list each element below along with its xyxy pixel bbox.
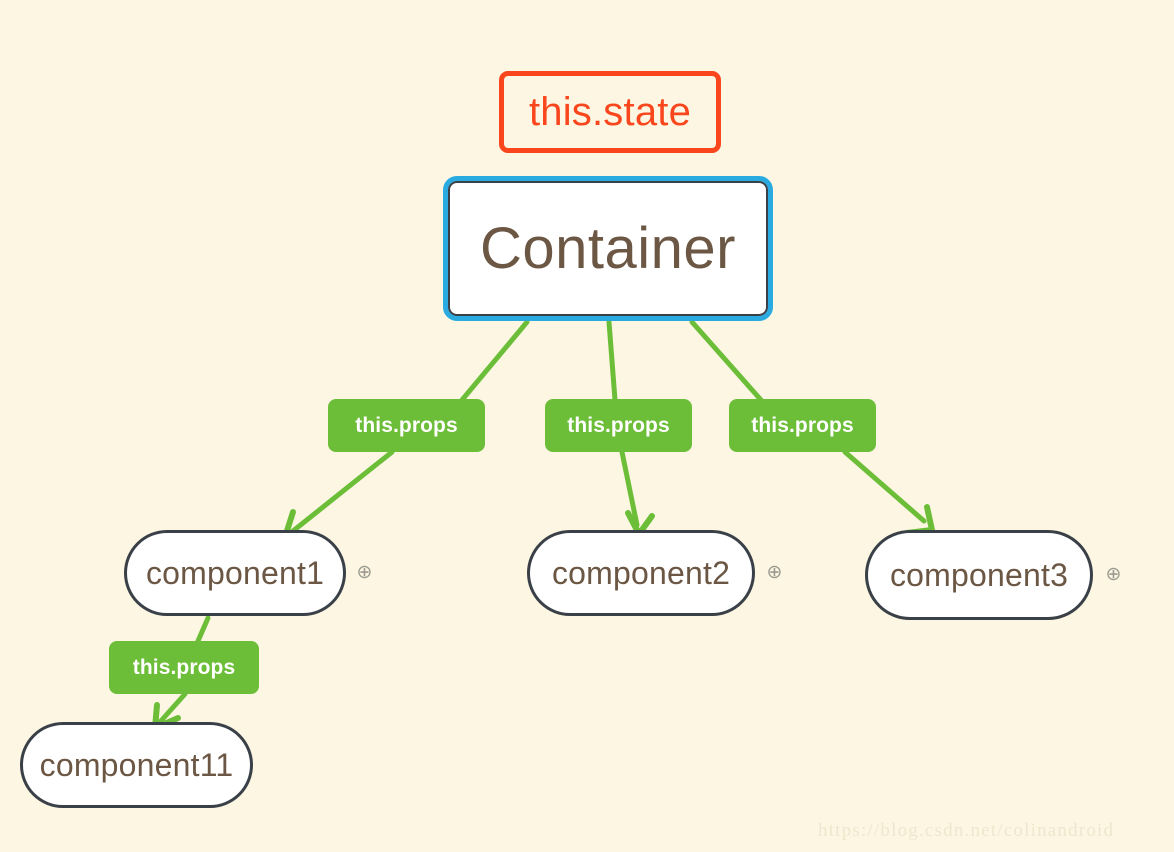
diagram-canvas: this.state Container this.props this.pro… [0, 0, 1174, 852]
node-container[interactable]: Container [443, 176, 773, 321]
edge-label-props-3[interactable]: this.props [729, 399, 876, 452]
plus-circle-icon-component1[interactable]: ⊕ [355, 563, 374, 582]
watermark: https://blog.csdn.net/colinandroid [818, 820, 1115, 841]
node-component11[interactable]: component11 [20, 722, 253, 808]
node-component11-label: component11 [39, 747, 234, 783]
plus-circle-icon-component2[interactable]: ⊕ [765, 563, 784, 582]
edge-label-props-2[interactable]: this.props [545, 399, 692, 452]
node-this-state[interactable]: this.state [499, 71, 721, 153]
node-component3[interactable]: component3 [865, 530, 1093, 620]
edge-label-props-1[interactable]: this.props [328, 399, 485, 452]
edge-label-props-3-text: this.props [751, 414, 854, 437]
edge-label-props-1-text: this.props [355, 414, 458, 437]
node-component1[interactable]: component1 [124, 530, 346, 616]
edge-label-props-4[interactable]: this.props [109, 641, 259, 694]
node-container-inner: Container [448, 181, 768, 316]
node-this-state-label: this.state [528, 90, 692, 134]
edge-label-props-4-text: this.props [132, 656, 236, 679]
node-component2-label: component2 [551, 555, 731, 591]
node-component1-label: component1 [145, 555, 325, 591]
node-container-label: Container [480, 215, 736, 281]
node-component3-label: component3 [889, 557, 1069, 593]
node-component2[interactable]: component2 [527, 530, 755, 616]
plus-circle-icon-component3[interactable]: ⊕ [1104, 565, 1123, 584]
edge-label-props-2-text: this.props [567, 414, 670, 437]
